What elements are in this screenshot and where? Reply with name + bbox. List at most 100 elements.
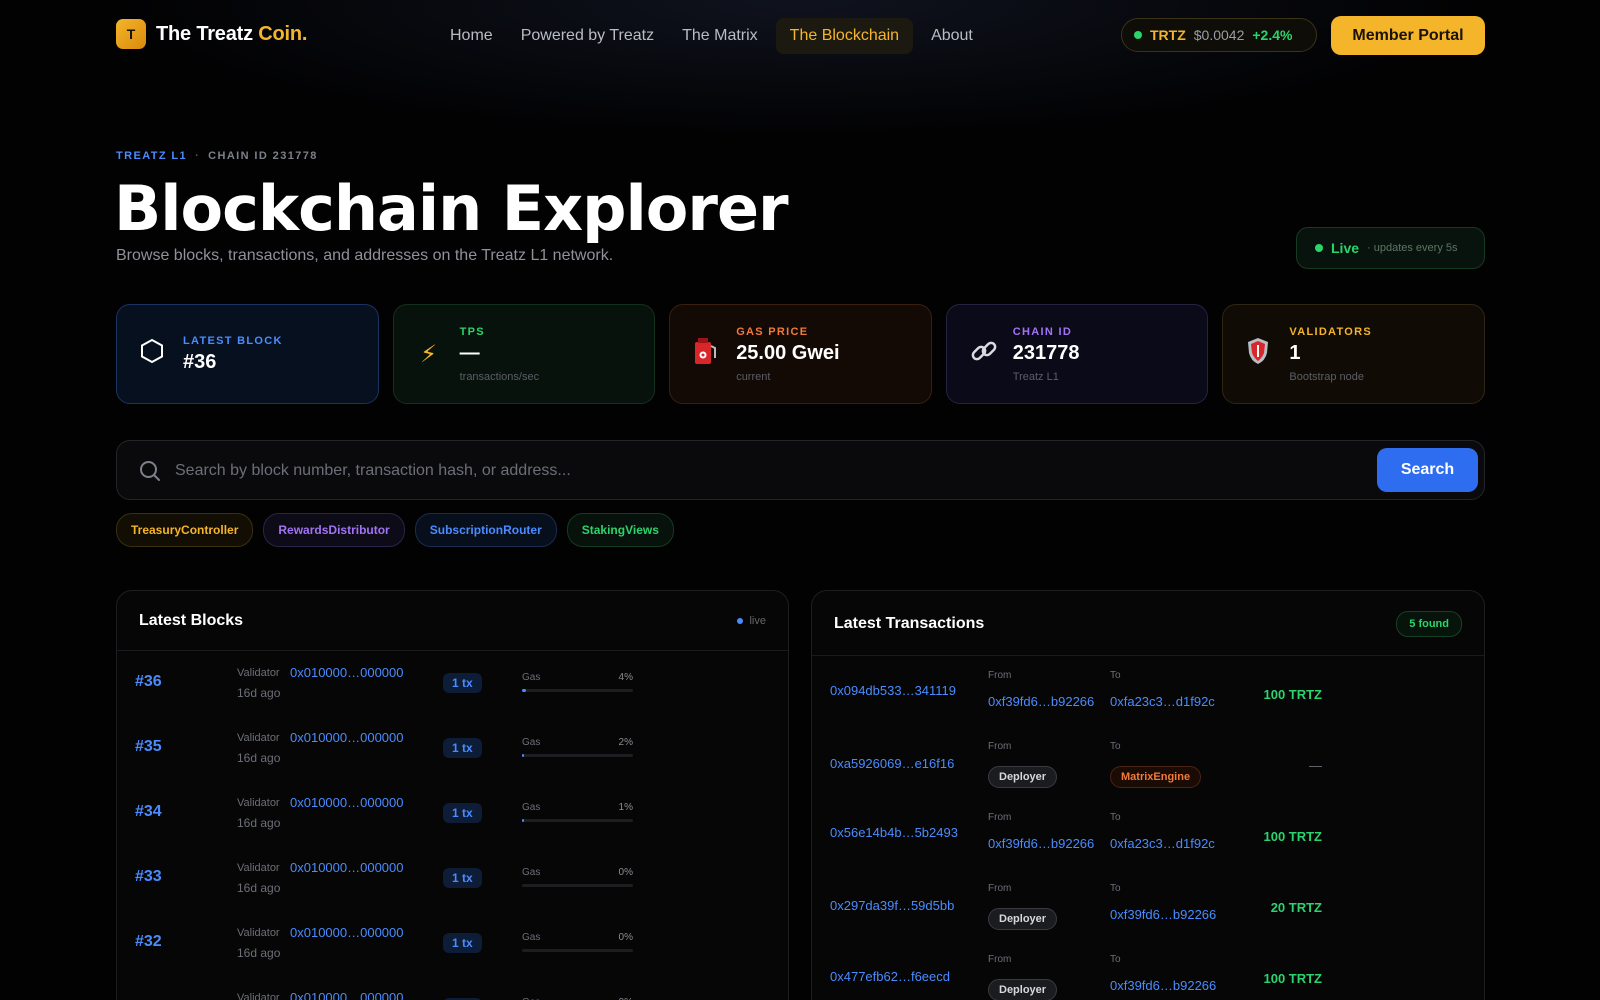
lightning-icon: ⚡: [420, 340, 438, 368]
search-input[interactable]: [175, 453, 1275, 489]
nav-link-powered-by-treatz[interactable]: Powered by Treatz: [511, 18, 664, 54]
top-nav: T The Treatz Coin. Home Powered by Treat…: [0, 0, 1600, 70]
stat-sub: Treatz L1: [1012, 370, 1059, 383]
block-row[interactable]: #32 Validator 0x010000…000000 16d ago 1 tx Ga…: [117, 911, 788, 976]
gas-percent: 0%: [618, 932, 633, 943]
found-count-badge: 5 found: [1396, 611, 1462, 637]
gas-label: Gas: [522, 932, 541, 943]
transaction-row[interactable]: 0x297da39f…59d5bb From To Deployer 0xf39fd6……: [812, 870, 1484, 941]
to-address-link[interactable]: 0xf39fd6…b92266: [1110, 907, 1216, 922]
search-button[interactable]: Search: [1377, 448, 1478, 492]
ticker-status-dot: [1134, 31, 1142, 39]
to-label: To: [1110, 670, 1121, 681]
validator-address-link[interactable]: 0x010000…000000: [290, 665, 404, 680]
tx-hash-link[interactable]: 0x094db533…341119: [830, 683, 956, 698]
validator-address-link[interactable]: 0x010000…000000: [290, 860, 404, 875]
chip-subscription-router[interactable]: SubscriptionRouter: [414, 513, 557, 547]
nav-link-the-matrix[interactable]: The Matrix: [672, 18, 768, 54]
shield-icon: [1245, 336, 1271, 373]
tx-value: 100 TRTZ: [1263, 687, 1322, 702]
contract-chips: TreasuryController RewardsDistributor Su…: [116, 513, 674, 547]
transaction-row[interactable]: 0x094db533…341119 From To 0xf39fd6…b92266 0x…: [812, 657, 1484, 728]
stat-value: —: [459, 341, 480, 364]
tx-count-badge[interactable]: 1 tx: [443, 803, 482, 823]
gas-bar-track: [522, 819, 633, 822]
validator-label: Validator: [237, 732, 280, 744]
block-number-link[interactable]: #35: [135, 738, 162, 756]
chip-staking-views[interactable]: StakingViews: [566, 513, 674, 547]
stat-label: GAS PRICE: [736, 325, 809, 338]
nav-link-the-blockchain[interactable]: The Blockchain: [775, 18, 914, 54]
ticker-symbol: TRTZ: [1150, 27, 1186, 43]
member-portal-button[interactable]: Member Portal: [1331, 16, 1485, 55]
logo[interactable]: T The Treatz Coin.: [116, 19, 307, 49]
block-number-link[interactable]: #32: [135, 933, 162, 951]
stat-latest-block[interactable]: LATEST BLOCK #36: [116, 304, 379, 404]
tx-count-badge[interactable]: 1 tx: [443, 738, 482, 758]
stat-sub: Bootstrap node: [1289, 370, 1364, 383]
validator-address-link[interactable]: 0x010000…000000: [290, 795, 404, 810]
network-label: TREATZ L1: [116, 150, 188, 162]
block-age: 16d ago: [237, 946, 281, 960]
block-row[interactable]: #31Validator0x010000…00000016d ago1 txGa…: [117, 976, 788, 1000]
tx-hash-link[interactable]: 0x297da39f…59d5bb: [830, 898, 954, 913]
block-number-link[interactable]: #33: [135, 868, 162, 886]
block-age: 16d ago: [237, 686, 281, 700]
live-status-pill: Live · updates every 5s: [1296, 227, 1485, 269]
price-ticker[interactable]: TRTZ $0.0042 +2.4%: [1121, 18, 1317, 52]
stat-gas-price[interactable]: GAS PRICE 25.00 Gwei current: [669, 304, 932, 404]
block-row[interactable]: #35 Validator 0x010000…000000 16d ago 1 tx Ga…: [117, 716, 788, 781]
to-badge[interactable]: MatrixEngine: [1110, 766, 1202, 788]
from-badge[interactable]: Deployer: [988, 979, 1058, 1000]
gas-bar-track: [522, 754, 633, 757]
from-badge[interactable]: Deployer: [988, 766, 1058, 788]
transaction-row[interactable]: 0x56e14b4b…5b2493 From To 0xf39fd6…b92266 0x…: [812, 799, 1484, 870]
transaction-row[interactable]: 0xa5926069…e16f16 From To Deployer MatrixEng…: [812, 728, 1484, 799]
tx-count-badge[interactable]: 1 tx: [443, 868, 482, 888]
chip-rewards-distributor[interactable]: RewardsDistributor: [263, 513, 405, 547]
to-address-link[interactable]: 0xf39fd6…b92266: [1110, 978, 1216, 993]
block-row[interactable]: #33 Validator 0x010000…000000 16d ago 1 tx Ga…: [117, 846, 788, 911]
tx-hash-link[interactable]: 0x477efb62…f6eecd: [830, 969, 950, 984]
to-address-link[interactable]: 0xfa23c3…d1f92c: [1110, 694, 1215, 709]
tx-count-badge[interactable]: 1 tx: [443, 673, 482, 693]
tx-count-badge[interactable]: 1 tx: [443, 933, 482, 953]
stat-tps[interactable]: ⚡ TPS — transactions/sec: [392, 304, 656, 404]
gas-percent: 1%: [618, 802, 633, 813]
tx-value: 100 TRTZ: [1263, 829, 1322, 844]
tx-hash-link[interactable]: 0xa5926069…e16f16: [830, 756, 954, 771]
to-address-link[interactable]: 0xfa23c3…d1f92c: [1110, 836, 1215, 851]
chip-treasury-controller[interactable]: TreasuryController: [116, 513, 254, 547]
latest-transactions-panel: Latest Transactions 5 found 0x094db533…3…: [811, 590, 1485, 1000]
page-title: Blockchain Explorer: [114, 172, 789, 245]
to-label: To: [1110, 812, 1121, 823]
block-row[interactable]: #34 Validator 0x010000…000000 16d ago 1 tx Ga…: [117, 781, 788, 846]
stat-validators[interactable]: VALIDATORS 1 Bootstrap node: [1222, 304, 1485, 404]
validator-address-link[interactable]: 0x010000…000000: [290, 990, 404, 1000]
gas-percent: 0%: [618, 867, 633, 878]
chain-id-label: CHAIN ID 231778: [208, 150, 318, 162]
stat-chain-id[interactable]: CHAIN ID 231778 Treatz L1: [945, 304, 1209, 404]
nav-link-home[interactable]: Home: [440, 18, 503, 54]
transaction-row[interactable]: 0x477efb62…f6eecd From To Deployer 0xf39fd6……: [812, 941, 1484, 1000]
logo-text: The Treatz Coin.: [156, 23, 307, 46]
block-number-link[interactable]: #34: [135, 803, 162, 821]
nav-link-about[interactable]: About: [921, 18, 983, 54]
from-address-link[interactable]: 0xf39fd6…b92266: [988, 836, 1094, 851]
from-address-link[interactable]: 0xf39fd6…b92266: [988, 694, 1094, 709]
latest-blocks-panel: Latest Blocks live #36 Validator 0x010000……: [116, 590, 789, 1000]
gas-bar-fill: [522, 819, 525, 822]
hexagon-icon: [139, 338, 165, 371]
validator-address-link[interactable]: 0x010000…000000: [290, 730, 404, 745]
tx-hash-link[interactable]: 0x56e14b4b…5b2493: [830, 825, 958, 840]
from-badge[interactable]: Deployer: [988, 908, 1058, 930]
to-label: To: [1110, 883, 1121, 894]
validator-address-link[interactable]: 0x010000…000000: [290, 925, 404, 940]
block-age: 16d ago: [237, 816, 281, 830]
live-label: Live: [1331, 240, 1360, 256]
gas-bar-fill: [522, 754, 525, 757]
block-number-link[interactable]: #36: [135, 673, 162, 691]
block-age: 16d ago: [237, 881, 281, 895]
block-row[interactable]: #36 Validator 0x010000…000000 16d ago 1 tx Ga…: [117, 651, 788, 716]
eyebrow: TREATZ L1 · CHAIN ID 231778: [116, 150, 318, 162]
